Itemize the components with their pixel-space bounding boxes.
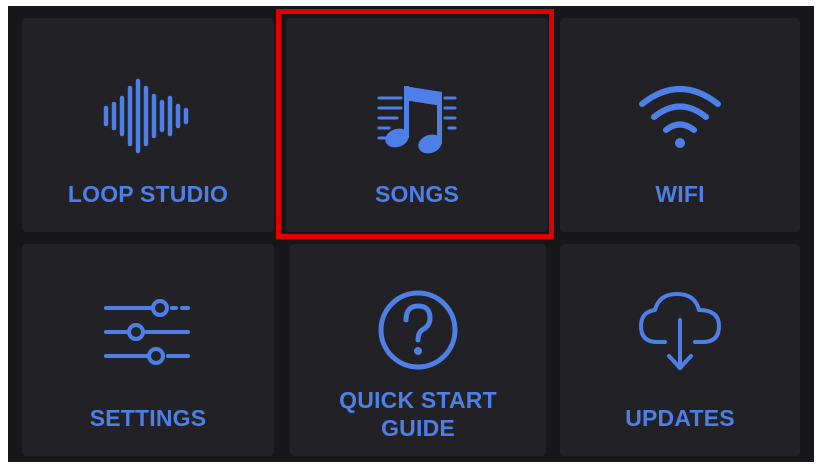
tile-songs[interactable]: SONGS (286, 18, 548, 232)
tile-wifi[interactable]: WIFI (560, 18, 800, 232)
tile-label: UPDATES (625, 405, 735, 431)
tile-label: WIFI (655, 181, 705, 207)
tile-updates[interactable]: UPDATES (560, 244, 800, 456)
wifi-icon (560, 80, 800, 150)
music-notes-icon (286, 78, 548, 154)
menu-panel: LOOP STUDIO SONGS WIFI SETTINGS QUICK ST… (8, 6, 814, 462)
tile-label: QUICK START GUIDE (339, 387, 497, 441)
tile-loop-studio[interactable]: LOOP STUDIO (22, 18, 274, 232)
cloud-download-icon (560, 290, 800, 376)
tile-label: SETTINGS (89, 405, 207, 431)
tile-quick-start-guide[interactable]: QUICK START GUIDE (290, 244, 546, 456)
waveform-icon (22, 78, 274, 154)
sliders-icon (22, 298, 274, 370)
tile-label: LOOP STUDIO (67, 181, 229, 207)
tile-label: SONGS (374, 181, 460, 207)
tile-settings[interactable]: SETTINGS (22, 244, 274, 456)
help-circle-icon (290, 288, 546, 372)
